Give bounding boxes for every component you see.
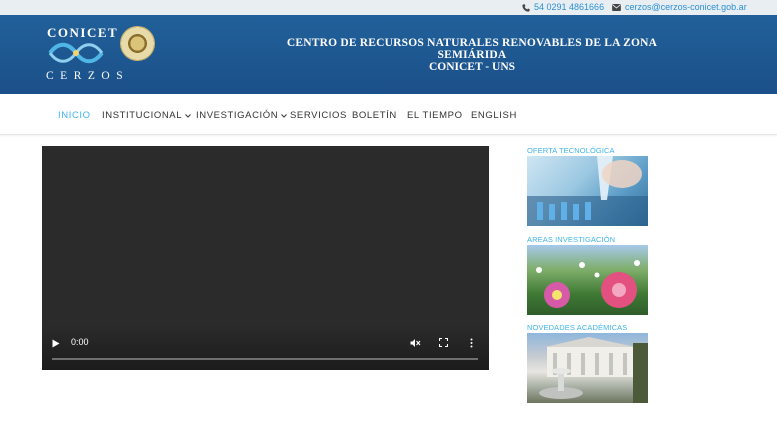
nav-item-label: BOLETÍN <box>352 110 397 121</box>
logo-conicet-text[interactable]: CONICET <box>47 25 118 41</box>
oferta-tecnologica-image[interactable] <box>527 156 648 226</box>
nav-item-label: ENGLISH <box>471 110 517 121</box>
more-options-icon[interactable] <box>470 338 473 348</box>
nav-item-label: INVESTIGACIÓN <box>196 110 279 121</box>
top-contact-bar: 54 0291 4861666 cerzos@cerzos-conicet.go… <box>0 0 777 15</box>
video-controls: 0:00 <box>42 324 489 370</box>
video-time: 0:00 <box>71 337 89 347</box>
lab-pipette-illustration <box>527 156 648 226</box>
nav-item-boletin[interactable]: BOLETÍN <box>352 110 397 121</box>
nav-item-label: SERVICIOS <box>290 110 347 121</box>
flowers-illustration <box>536 260 640 308</box>
building-fountain-illustration <box>539 337 648 403</box>
phone-number: 54 0291 4861666 <box>534 2 605 12</box>
logo-cerzos-text[interactable]: CERZOS <box>46 70 129 82</box>
nav-item-english[interactable]: ENGLISH <box>471 110 517 121</box>
site-header: CONICET CERZOS CENTRO DE RECURSOS NATURA… <box>0 15 777 94</box>
phone-icon <box>522 3 530 12</box>
video-player[interactable]: 0:00 <box>42 146 489 370</box>
nav-item-inicio[interactable]: INICIO <box>58 110 91 121</box>
envelope-icon <box>612 4 621 11</box>
novedades-academicas-image[interactable] <box>527 333 648 403</box>
chevron-down-icon <box>281 113 288 118</box>
nav-item-institucional[interactable]: INSTITUCIONAL <box>102 110 191 121</box>
sidebar-title-oferta[interactable]: OFERTA TECNOLÓGICA <box>527 146 615 155</box>
nav-item-label: EL TIEMPO <box>407 110 463 121</box>
areas-investigacion-image[interactable] <box>527 245 648 315</box>
sidebar-title-novedades[interactable]: NOVEDADES ACADÉMICAS <box>527 323 627 332</box>
conicet-logo-icon <box>48 42 104 64</box>
nav-item-el-tiempo[interactable]: EL TIEMPO <box>407 110 463 121</box>
phone-contact[interactable]: 54 0291 4861666 <box>522 2 604 13</box>
muted-speaker-icon[interactable] <box>410 338 421 348</box>
play-icon[interactable] <box>52 339 60 348</box>
nav-item-investigacion[interactable]: INVESTIGACIÓN <box>196 110 288 121</box>
site-subtitle: CONICET - UNS <box>428 61 516 73</box>
nav-item-label: INSTITUCIONAL <box>102 110 183 121</box>
email-contact[interactable]: cerzos@cerzos-conicet.gob.ar <box>612 2 747 13</box>
nav-item-servicios[interactable]: SERVICIOS <box>290 110 347 121</box>
sidebar-title-areas[interactable]: AREAS INVESTIGACIÓN <box>527 235 615 244</box>
fullscreen-icon[interactable] <box>439 338 448 347</box>
uns-seal-icon <box>120 26 155 61</box>
video-progress-bar[interactable] <box>52 358 478 360</box>
chevron-down-icon <box>185 113 191 118</box>
main-nav: INICIO INSTITUCIONAL INVESTIGACIÓN SERVI… <box>0 94 777 135</box>
email-address: cerzos@cerzos-conicet.gob.ar <box>625 2 747 12</box>
site-title: CENTRO DE RECURSOS NATURALES RENOVABLES … <box>286 37 658 61</box>
nav-item-label: INICIO <box>58 110 91 121</box>
